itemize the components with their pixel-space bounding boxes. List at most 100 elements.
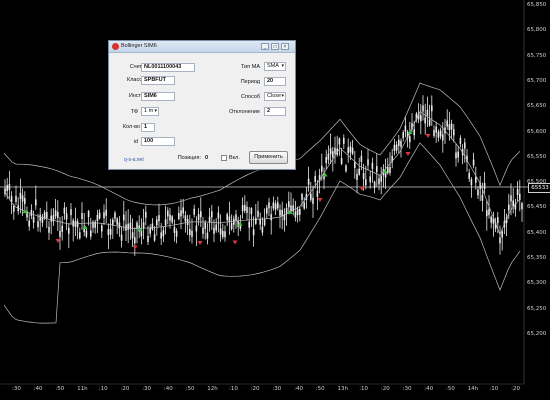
- enabled-label: Вкл.: [229, 155, 240, 161]
- deviation-label: Отклонение: [229, 109, 260, 115]
- candle-body: [147, 235, 149, 242]
- candle-body: [101, 225, 103, 232]
- candle-body: [43, 212, 46, 219]
- chevron-down-icon: ▾: [154, 108, 157, 114]
- deviation-field[interactable]: 2: [264, 107, 286, 116]
- app-icon: [112, 43, 119, 50]
- candle-body: [501, 231, 503, 238]
- candle-body: [32, 216, 35, 223]
- candle-body: [169, 214, 171, 221]
- candle-body: [327, 153, 330, 160]
- candle-body: [15, 195, 17, 202]
- candle-body: [294, 211, 297, 218]
- price-tick-label: 65,850: [527, 2, 547, 8]
- maximize-button[interactable]: □: [271, 43, 279, 50]
- candle-body: [453, 129, 455, 136]
- candle-body: [28, 220, 30, 227]
- candle-body: [512, 200, 514, 207]
- candle-body: [107, 229, 110, 236]
- candle-body: [373, 181, 376, 188]
- candle-body: [46, 211, 48, 218]
- candle-body: [63, 207, 66, 214]
- time-tick-label: :10: [359, 386, 369, 392]
- price-tick-label: 65,250: [527, 305, 547, 312]
- candle-body: [274, 203, 277, 210]
- time-tick-label: :20: [120, 386, 130, 392]
- candle-body: [439, 130, 442, 137]
- candle-body: [153, 234, 156, 241]
- sell-signal-marker: [317, 198, 323, 202]
- candle-body: [85, 230, 88, 237]
- candle-body: [123, 214, 125, 221]
- candle-body: [395, 144, 398, 151]
- tf-select[interactable]: 1 m ▾: [141, 107, 159, 116]
- candle-body: [233, 218, 235, 225]
- candle-body: [367, 159, 369, 166]
- candle-body: [37, 221, 39, 228]
- price-tick-label: 65,200: [527, 330, 547, 337]
- candle-body: [76, 221, 79, 228]
- candle-body: [160, 232, 162, 239]
- sell-signal-marker: [132, 245, 138, 250]
- candle-body: [455, 152, 457, 159]
- id-field[interactable]: 100: [141, 137, 175, 146]
- candle-body: [202, 227, 204, 234]
- candle-body: [450, 123, 453, 130]
- candle-body: [334, 147, 336, 154]
- candle-body: [279, 209, 281, 216]
- price-tick-label: 65,450: [527, 204, 547, 211]
- position-value: 0: [204, 155, 208, 161]
- candle-body: [30, 209, 33, 216]
- instrument-field[interactable]: SIM6: [141, 92, 175, 101]
- candle-body: [521, 203, 523, 210]
- sell-signal-marker: [197, 241, 203, 245]
- period-field[interactable]: 20: [264, 77, 286, 86]
- account-field[interactable]: NL0011100043: [141, 63, 195, 72]
- time-tick-label: :50: [55, 386, 65, 392]
- candle-body: [142, 222, 145, 229]
- ma-type-select[interactable]: SMA ▾: [264, 62, 286, 71]
- candle-body: [290, 205, 292, 212]
- candle-body: [426, 109, 429, 116]
- current-price-marker: 65533: [528, 183, 550, 193]
- time-tick-label: :30: [402, 386, 412, 392]
- dialog-titlebar[interactable]: Bollinger SIM6 _ □ ×: [109, 41, 295, 53]
- candle-body: [400, 140, 402, 147]
- time-tick-label: :20: [250, 386, 260, 392]
- candle-body: [347, 147, 349, 154]
- enabled-checkbox[interactable]: [221, 155, 227, 161]
- candle-body: [472, 159, 475, 166]
- candle-body: [184, 215, 187, 222]
- candle-body: [389, 166, 391, 173]
- candle-body: [140, 230, 143, 237]
- candle-body: [431, 105, 433, 112]
- candle-body: [193, 208, 195, 215]
- candle-body: [8, 184, 11, 191]
- time-tick-label: :40: [163, 386, 173, 392]
- candle-body: [13, 205, 15, 212]
- candle-body: [226, 214, 228, 221]
- method-select[interactable]: Close ▾: [264, 92, 286, 101]
- qty-field[interactable]: 1: [141, 123, 155, 132]
- candle-body: [94, 221, 96, 228]
- candle-body: [54, 210, 57, 217]
- minimize-button[interactable]: _: [261, 43, 269, 50]
- candle-body: [250, 208, 253, 215]
- class-field[interactable]: SPBFUT: [141, 76, 175, 85]
- candle-body: [127, 223, 129, 230]
- candle-body: [200, 211, 202, 218]
- site-link[interactable]: q-s-a.net: [124, 157, 144, 163]
- close-button[interactable]: ×: [281, 43, 289, 50]
- account-label: Счет: [129, 64, 142, 70]
- candle-body: [162, 230, 165, 237]
- candle-body: [158, 215, 160, 222]
- candle-body: [259, 218, 261, 225]
- candle-body: [6, 185, 8, 192]
- apply-button[interactable]: Применить: [249, 151, 288, 164]
- price-tick-label: 65,600: [527, 128, 547, 135]
- candle-body: [356, 173, 358, 180]
- candle-body: [261, 226, 264, 233]
- candle-body: [103, 212, 105, 219]
- chevron-down-icon: ▾: [281, 93, 284, 99]
- candle-body: [490, 216, 492, 223]
